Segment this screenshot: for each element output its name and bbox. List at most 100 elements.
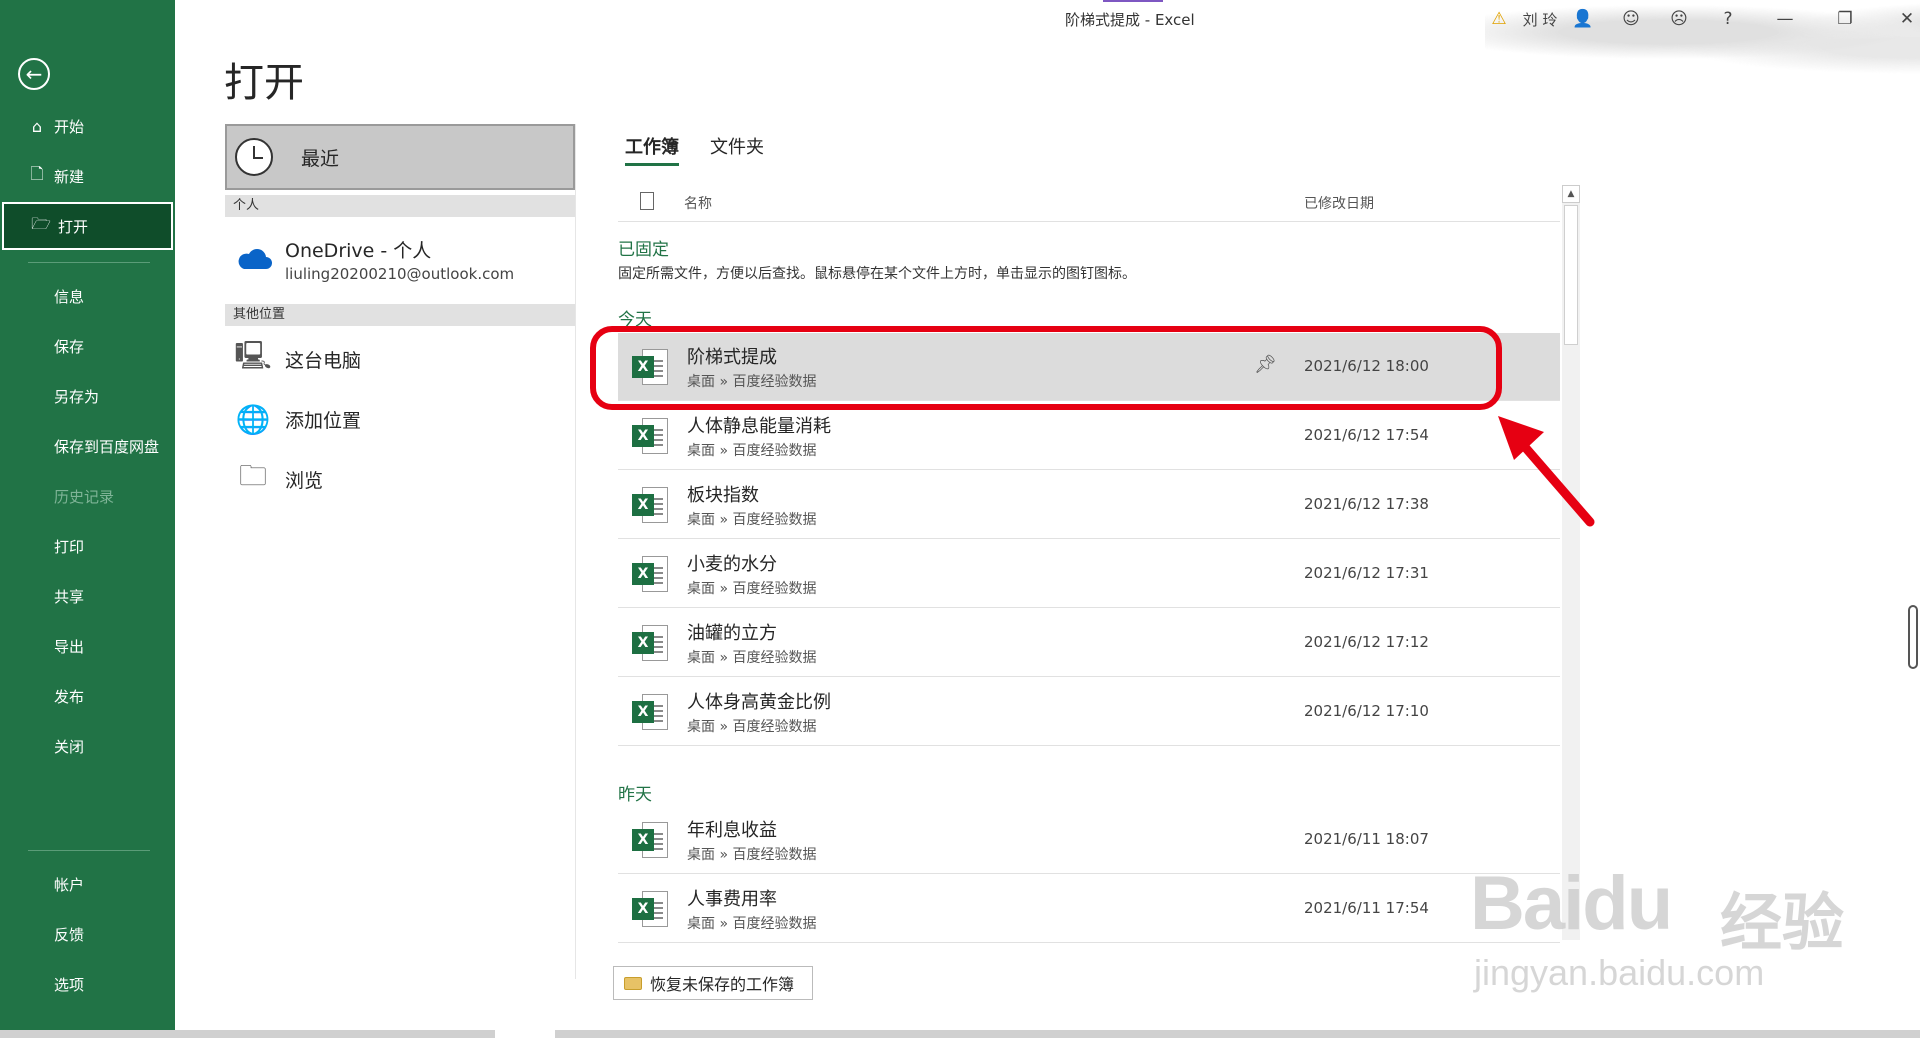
file-modified-date: 2021/6/11 17:54 xyxy=(1304,899,1429,917)
tab-workbooks[interactable]: 工作簿 xyxy=(625,133,679,166)
excel-file-icon: X xyxy=(632,416,668,456)
file-row[interactable]: X 人体身高黄金比例 桌面 » 百度经验数据 2021/6/12 17:10 xyxy=(618,678,1560,746)
file-row[interactable]: X 油罐的立方桌面 » 百度经验数据 2021/6/12 17:12 xyxy=(618,609,1560,677)
recover-unsaved-button[interactable]: 恢复未保存的工作簿 xyxy=(613,966,813,1000)
bottom-strip xyxy=(0,1030,1920,1038)
location-browse[interactable]: 🗀 浏览 xyxy=(225,454,575,504)
location-recent[interactable]: 最近 xyxy=(225,124,575,190)
close-window-icon[interactable]: ✕ xyxy=(1887,6,1920,32)
baidu-watermark: Baidu 经验 jingyan.baidu.com xyxy=(1470,830,1920,1020)
nav-item-account[interactable]: 帐户 xyxy=(0,862,175,906)
nav-item-info[interactable]: 信息 xyxy=(0,274,175,318)
file-path: 桌面 » 百度经验数据 xyxy=(687,916,817,932)
group-pinned: 已固定 xyxy=(618,240,669,260)
nav-item-history: 历史记录 xyxy=(54,487,115,506)
file-name: 小麦的水分 xyxy=(687,554,777,575)
pinned-description: 固定所需文件，方便以后查找。鼠标悬停在某个文件上方时，单击显示的图钉图标。 xyxy=(618,266,1136,282)
file-name: 年利息收益 xyxy=(687,820,777,841)
scroll-up-icon[interactable]: ▲ xyxy=(1562,185,1580,203)
file-row[interactable]: X 小麦的水分 桌面 » 百度经验数据 2021/6/12 17:31 xyxy=(618,540,1560,608)
document-icon xyxy=(640,192,654,210)
onedrive-name: OneDrive - 个人 xyxy=(285,239,432,262)
file-path: 桌面 » 百度经验数据 xyxy=(687,847,817,863)
window-title: 阶梯式提成 - Excel xyxy=(1065,11,1195,29)
nav-item-open[interactable]: 🗁 打开 xyxy=(2,202,173,250)
file-path: 桌面 » 百度经验数据 xyxy=(687,650,817,666)
title-bar: 阶梯式提成 - Excel ⚠ 刘 玲 👤 ☺ ☹ ? — ❐ ✕ xyxy=(175,0,1920,80)
nav-item-export[interactable]: 导出 xyxy=(0,624,175,668)
watermark-url: jingyan.baidu.com xyxy=(1474,952,1765,993)
file-row[interactable]: X 人事费用率桌面 » 百度经验数据 2021/6/11 17:54 xyxy=(618,875,1560,943)
watermark-brand: Baidu xyxy=(1470,861,1673,946)
clock-icon xyxy=(235,138,273,176)
location-add-place[interactable]: 🌐 添加位置 xyxy=(225,394,575,444)
nav-item-publish[interactable]: 发布 xyxy=(0,674,175,718)
file-list-header: 名称 已修改日期 xyxy=(618,188,1560,222)
nav-item-print[interactable]: 打印 xyxy=(0,524,175,568)
excel-file-icon: X xyxy=(632,820,668,860)
excel-file-icon: X xyxy=(632,485,668,525)
file-path: 桌面 » 百度经验数据 xyxy=(687,512,817,528)
group-yesterday: 昨天 xyxy=(618,785,652,805)
excel-file-icon: X xyxy=(632,889,668,929)
annotation-arrow-icon xyxy=(1498,416,1595,527)
column-name[interactable]: 名称 xyxy=(684,193,712,213)
user-name[interactable]: 刘 玲 xyxy=(1517,6,1563,32)
excel-file-icon: X xyxy=(632,692,668,732)
annotation-highlight-box xyxy=(590,326,1502,410)
nav-divider xyxy=(28,850,150,851)
smile-feedback-icon[interactable]: ☺ xyxy=(1616,6,1646,32)
nav-item-share[interactable]: 共享 xyxy=(0,574,175,618)
add-place-globe-icon: 🌐 xyxy=(235,402,271,436)
excel-backstage-window: { "window": { "title": "阶梯式提成 - Excel", … xyxy=(0,0,1920,1038)
open-folder-icon: 🗁 xyxy=(31,213,51,233)
location-onedrive[interactable]: OneDrive - 个人 liuling20200210@outlook.co… xyxy=(225,224,575,294)
folder-icon: 🗀 xyxy=(238,459,267,492)
nav-item-options[interactable]: 选项 xyxy=(0,962,175,1006)
scroll-thumb[interactable] xyxy=(1564,205,1578,345)
personal-header: 个人 xyxy=(225,195,575,217)
minimize-icon[interactable]: — xyxy=(1765,6,1805,32)
file-row[interactable]: X 年利息收益桌面 » 百度经验数据 2021/6/11 18:07 xyxy=(618,806,1560,874)
file-modified-date: 2021/6/11 18:07 xyxy=(1304,830,1429,848)
frown-feedback-icon[interactable]: ☹ xyxy=(1664,6,1694,32)
file-row[interactable]: X 板块指数 桌面 » 百度经验数据 2021/6/12 17:38 xyxy=(618,471,1560,539)
file-modified-date: 2021/6/12 17:31 xyxy=(1304,564,1429,582)
file-name: 人事费用率 xyxy=(687,889,777,910)
column-modified[interactable]: 已修改日期 xyxy=(1304,193,1374,213)
backstage-nav: ← ⌂ 开始 🗋 新建 🗁 打开 信息 保存 另存为 保存到百度网盘 历史记录 … xyxy=(0,0,175,1030)
nav-item-home[interactable]: ⌂ 开始 xyxy=(0,104,175,148)
nav-item-feedback[interactable]: 反馈 xyxy=(0,912,175,956)
title-accent-bar xyxy=(1103,0,1163,2)
file-name: 人体静息能量消耗 xyxy=(687,416,831,437)
computer-icon: 🖳 xyxy=(234,339,272,372)
other-locations-header: 其他位置 xyxy=(225,304,575,326)
account-icon[interactable]: 👤 xyxy=(1568,6,1598,32)
file-name: 板块指数 xyxy=(687,485,759,506)
back-arrow-icon: ← xyxy=(25,62,43,86)
side-handle[interactable] xyxy=(1908,605,1918,669)
nav-item-close[interactable]: 关闭 xyxy=(0,724,175,768)
nav-divider xyxy=(28,262,150,263)
file-modified-date: 2021/6/12 17:54 xyxy=(1304,426,1429,444)
file-modified-date: 2021/6/12 17:10 xyxy=(1304,702,1429,720)
nav-item-save-as[interactable]: 另存为 xyxy=(0,374,175,418)
warning-icon[interactable]: ⚠ xyxy=(1487,6,1511,32)
nav-item-save-to-baidu[interactable]: 保存到百度网盘 xyxy=(0,424,175,468)
file-row[interactable]: X 人体静息能量消耗 桌面 » 百度经验数据 2021/6/12 17:54 xyxy=(618,402,1560,470)
restore-icon[interactable]: ❐ xyxy=(1825,6,1865,32)
file-name: 油罐的立方 xyxy=(687,623,777,644)
watermark-jingyan: 经验 xyxy=(1720,886,1845,959)
folder-icon xyxy=(624,976,642,990)
location-this-pc[interactable]: 🖳 这台电脑 xyxy=(225,334,575,384)
home-icon: ⌂ xyxy=(31,116,43,136)
new-doc-icon: 🗋 xyxy=(30,163,44,183)
help-icon[interactable]: ? xyxy=(1713,6,1743,32)
file-modified-date: 2021/6/12 17:12 xyxy=(1304,633,1429,651)
tab-folders[interactable]: 文件夹 xyxy=(710,133,764,159)
file-path: 桌面 » 百度经验数据 xyxy=(687,581,817,597)
nav-item-new[interactable]: 🗋 新建 xyxy=(0,154,175,198)
back-button[interactable]: ← xyxy=(18,58,50,90)
excel-file-icon: X xyxy=(632,623,668,663)
nav-item-save[interactable]: 保存 xyxy=(0,324,175,368)
